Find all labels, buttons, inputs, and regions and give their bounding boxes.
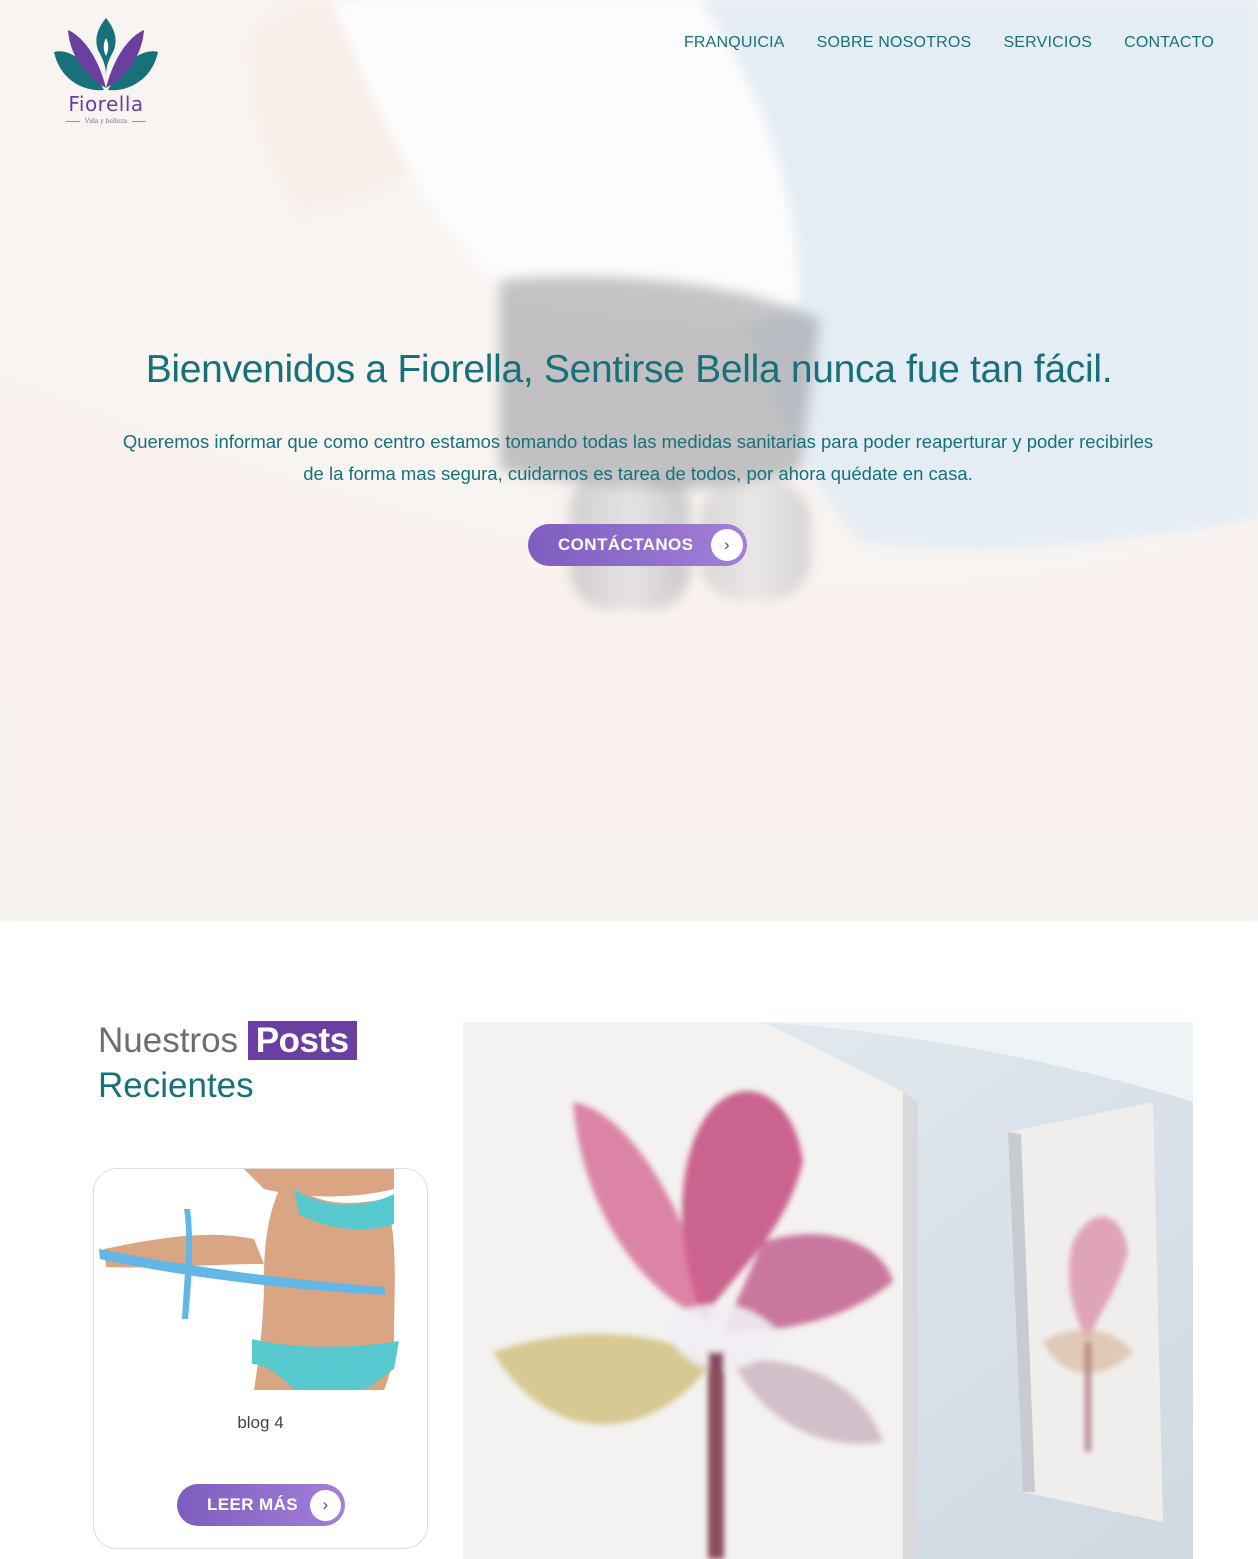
brand-logo[interactable]: Fiorella Vida y belleza	[48, 16, 164, 132]
chevron-right-icon: ›	[310, 1489, 341, 1521]
posts-heading-word: Nuestros	[98, 1021, 239, 1060]
feature-image-lotus-painting	[463, 1022, 1193, 1559]
blog-post-image	[94, 1169, 427, 1390]
contact-button-label: CONTÁCTANOS	[558, 535, 694, 554]
nav-item-franquicia[interactable]: FRANQUICIA	[684, 34, 785, 52]
read-more-button[interactable]: LEER MÁS ›	[177, 1484, 345, 1526]
chevron-right-icon: ›	[711, 529, 743, 561]
brand-name: Fiorella	[68, 92, 144, 116]
posts-heading-highlight: Posts	[247, 1021, 357, 1060]
nav-item-sobre-nosotros[interactable]: SOBRE NOSOTROS	[817, 34, 972, 52]
brand-tagline: Vida y belleza	[48, 118, 164, 125]
read-more-label: LEER MÁS	[207, 1495, 299, 1514]
hero-text: Queremos informar que como centro estamo…	[122, 431, 1154, 484]
posts-heading-line2: Recientes	[98, 1066, 254, 1105]
contact-button[interactable]: CONTÁCTANOS ›	[528, 524, 747, 566]
hero-title: Bienvenidos a Fiorella, Sentirse Bella n…	[145, 348, 1113, 391]
main-nav: FRANQUICIA SOBRE NOSOTROS SERVICIOS CONT…	[684, 34, 1214, 52]
posts-heading: Nuestros Posts Recientes	[98, 1018, 357, 1108]
lotus-logo-icon	[54, 18, 158, 91]
nav-item-servicios[interactable]: SERVICIOS	[1003, 34, 1092, 52]
blog-post-card[interactable]: blog 4 LEER MÁS ›	[93, 1168, 428, 1549]
blog-post-title: blog 4	[237, 1413, 284, 1432]
hero-section: Fiorella Vida y belleza FRANQUICIA SOBRE…	[0, 0, 1258, 921]
nav-item-contacto[interactable]: CONTACTO	[1124, 34, 1214, 52]
